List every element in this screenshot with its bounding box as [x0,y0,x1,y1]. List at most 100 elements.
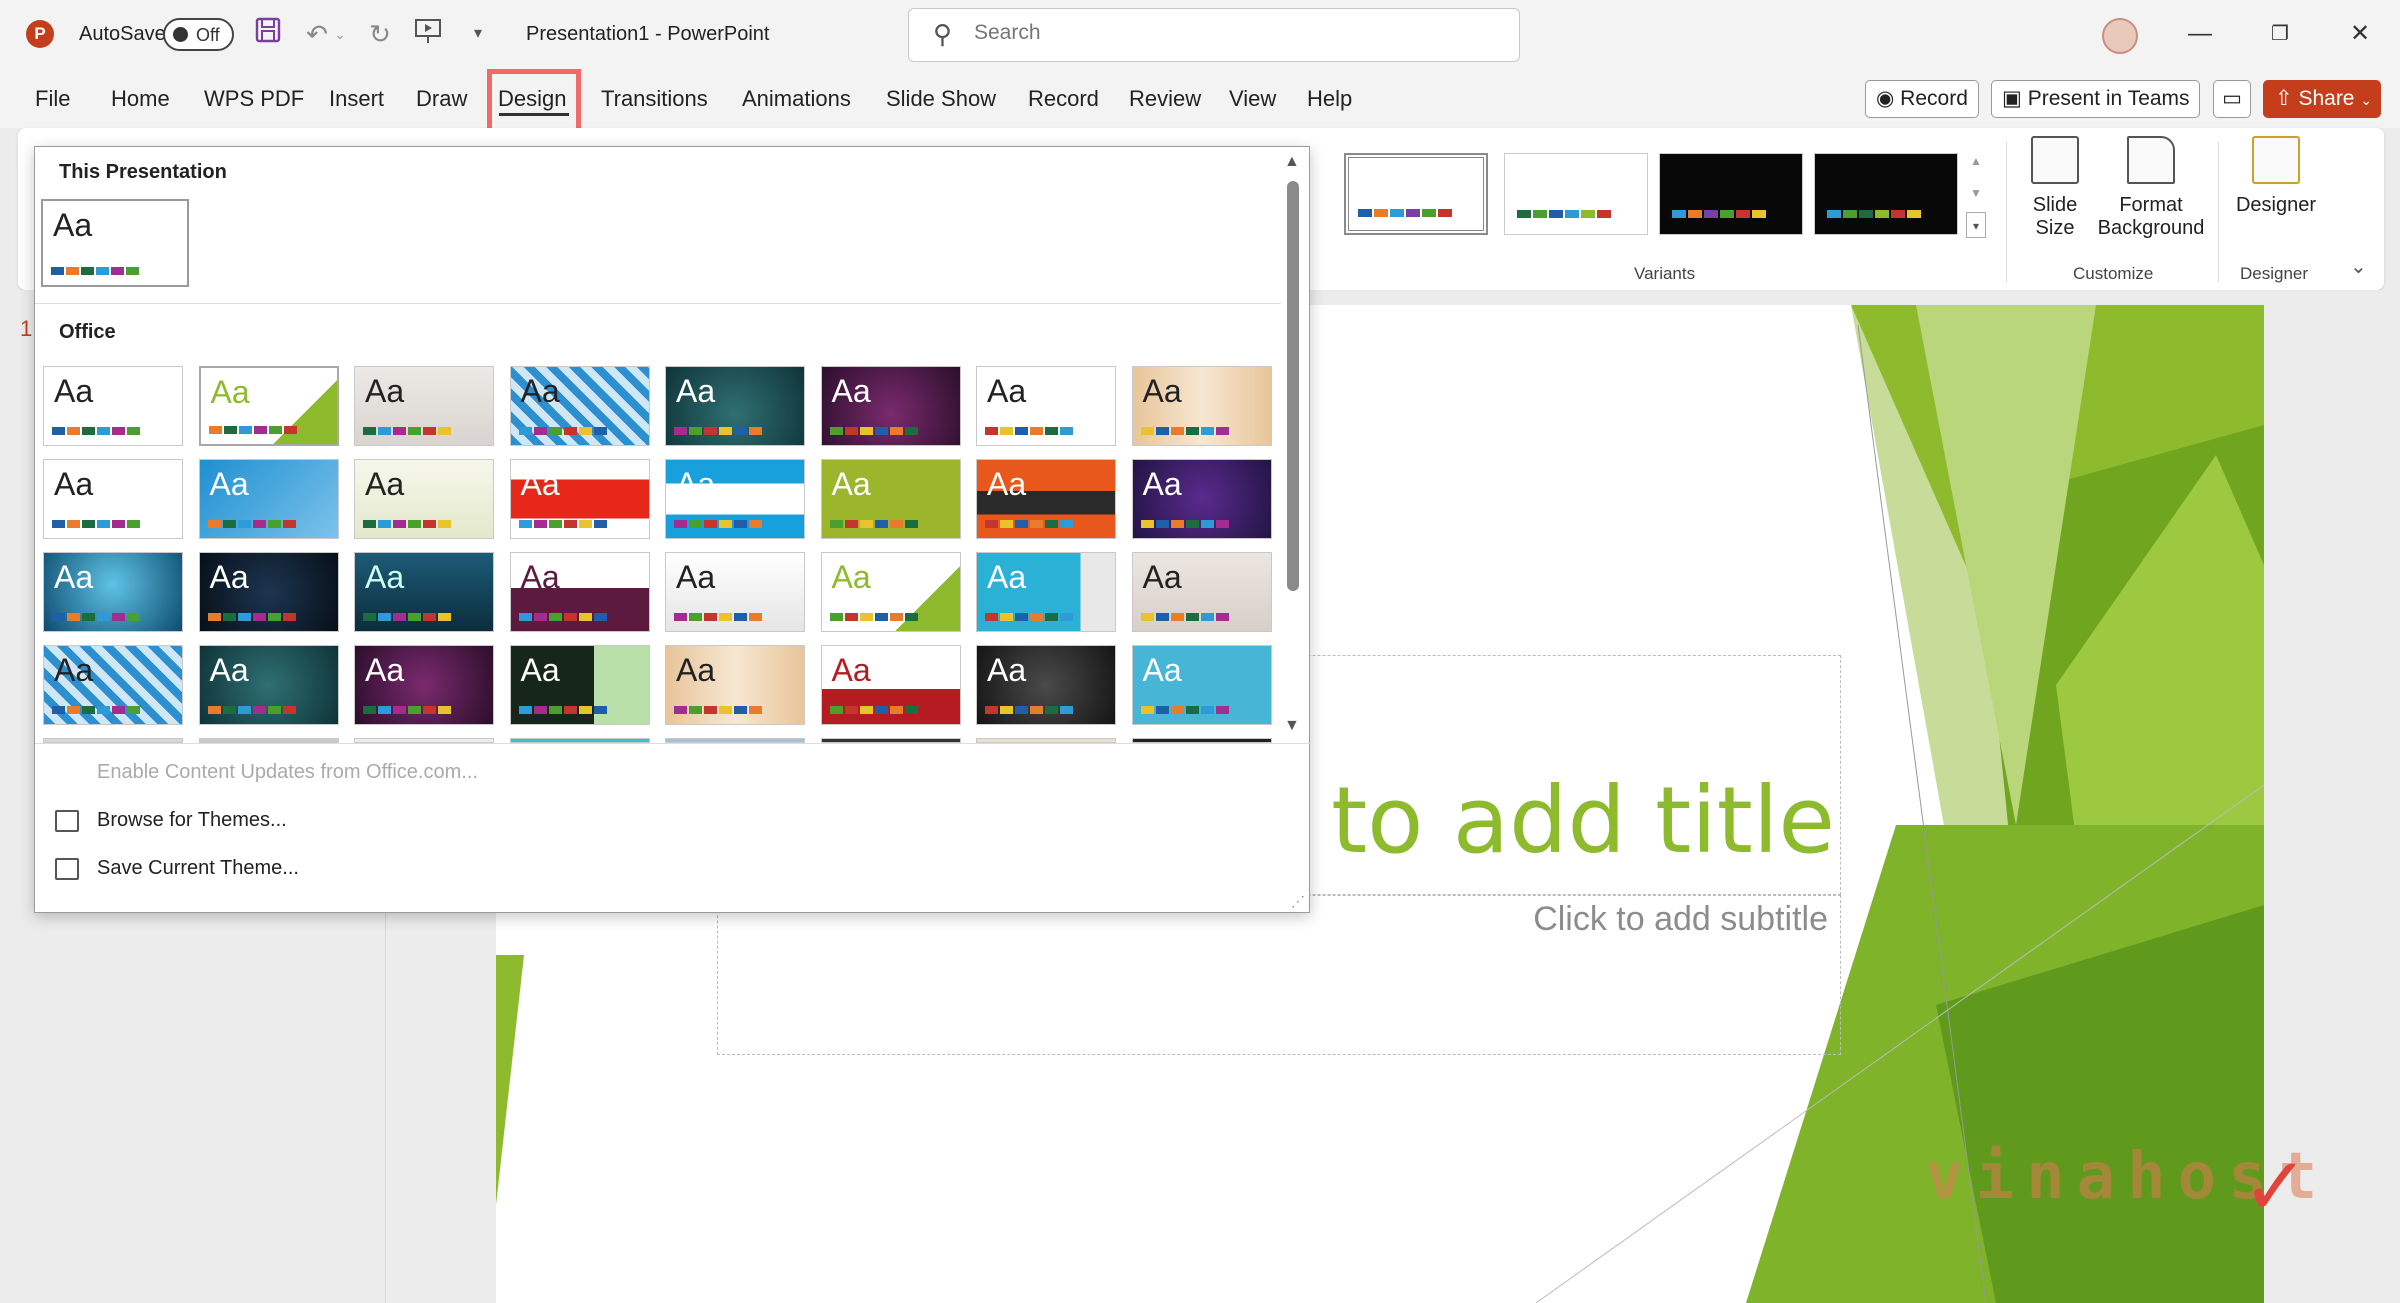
theme-thumbnail[interactable]: Aa [354,645,494,725]
theme-thumbnail[interactable]: Aa [976,645,1116,725]
variant-thumbnail[interactable] [1344,153,1488,235]
tab-review[interactable]: Review [1129,86,1201,112]
theme-thumbnail[interactable]: Aa [354,459,494,539]
tab-slide-show[interactable]: Slide Show [886,86,996,112]
theme-preview-text: Aa [831,373,871,409]
theme-thumbnail[interactable]: Aa [43,552,183,632]
chevron-down-icon: ⌄ [2360,92,2373,108]
comments-button[interactable]: ▭ [2213,80,2251,118]
theme-thumbnail[interactable]: Aa [198,459,339,539]
teams-button-label: Present in Teams [2027,87,2190,110]
theme-thumbnail[interactable]: Aa [1131,459,1272,539]
theme-preview-text: Aa [365,373,405,409]
slide-size-button[interactable]: Slide Size [2023,136,2087,240]
slide-subtitle-text[interactable]: Click to add subtitle [1533,900,1828,939]
scroll-down-icon[interactable]: ▼ [1284,717,1300,735]
theme-thumbnail[interactable]: Aa [1131,552,1272,632]
record-button[interactable]: ◉ Record [1865,80,1979,118]
autosave-toggle[interactable]: Off [163,18,234,51]
theme-current[interactable]: Aa [41,199,189,287]
variant-thumbnail[interactable] [1504,153,1648,235]
theme-thumbnail[interactable]: Aa [354,552,494,632]
theme-thumbnail[interactable]: Aa [820,459,961,539]
designer-button[interactable]: Designer [2232,136,2320,217]
search-input[interactable] [974,21,1494,45]
theme-thumbnail[interactable]: Aa [1131,366,1272,446]
theme-thumbnail[interactable]: Aa [665,459,805,539]
scroll-up-icon[interactable]: ▲ [1284,153,1300,171]
avatar[interactable] [2102,18,2138,54]
slide-title-text[interactable]: to add title [1331,767,1835,874]
resize-grip-icon[interactable]: ⋰ [1291,893,1305,910]
theme-thumbnail[interactable]: Aa [509,459,650,539]
tab-file[interactable]: File [35,86,70,112]
theme-thumbnail[interactable]: Aa [820,645,961,725]
designer-label: Designer [2235,194,2317,216]
this-presentation-heading: This Presentation [59,161,227,183]
undo-dropdown-icon[interactable]: ⌄ [331,16,349,52]
tab-insert[interactable]: Insert [329,86,384,112]
theme-thumbnail[interactable]: Aa [198,552,339,632]
enable-content-updates-item: Enable Content Updates from Office.com..… [97,761,478,783]
save-theme-icon [55,858,79,880]
close-icon[interactable]: ✕ [2336,12,2384,56]
theme-thumbnail[interactable]: Aa [509,366,650,446]
theme-thumbnail[interactable]: Aa [43,459,183,539]
theme-thumbnail[interactable]: Aa [354,366,494,446]
tab-help[interactable]: Help [1307,86,1352,112]
tab-record[interactable]: Record [1028,86,1099,112]
watermark-check-icon: ✓ [2242,1142,2310,1231]
theme-preview-text: Aa [831,652,871,688]
theme-thumbnail[interactable]: Aa [198,366,339,446]
variants-scroll-down-icon[interactable]: ▼ [1966,180,1986,206]
theme-preview-text: Aa [676,373,716,409]
theme-thumbnail[interactable]: Aa [43,645,183,725]
theme-thumbnail[interactable]: Aa [665,366,805,446]
browse-for-themes-item[interactable]: Browse for Themes... [97,809,287,832]
save-icon[interactable] [250,16,286,52]
theme-thumbnail[interactable]: Aa [820,366,961,446]
variant-thumbnail[interactable] [1659,153,1803,235]
variants-more-icon[interactable]: ▾ [1966,212,1986,238]
tab-draw[interactable]: Draw [416,86,467,112]
slide-number: 1 [20,316,33,341]
theme-thumbnail[interactable]: Aa [1131,645,1272,725]
theme-thumbnail[interactable]: Aa [665,552,805,632]
undo-icon[interactable]: ↶ [299,16,335,52]
theme-preview-text: Aa [365,466,405,502]
tab-view[interactable]: View [1229,86,1276,112]
theme-thumbnail[interactable]: Aa [43,366,183,446]
theme-preview-text: Aa [209,466,249,502]
present-from-start-icon[interactable] [410,16,446,52]
minimize-icon[interactable]: — [2176,12,2224,56]
search-box[interactable]: ⚲ [908,8,1520,62]
theme-thumbnail[interactable]: Aa [509,645,650,725]
theme-thumbnail[interactable]: Aa [976,459,1116,539]
comment-icon: ▭ [2222,87,2242,110]
variant-thumbnail[interactable] [1814,153,1958,235]
present-in-teams-button[interactable]: ▣ Present in Teams [1991,80,2200,118]
autosave-label: AutoSave [79,23,166,45]
theme-thumbnail[interactable]: Aa [665,645,805,725]
theme-preview-text: Aa [987,559,1027,595]
redo-icon[interactable]: ↻ [362,16,398,52]
tab-home[interactable]: Home [111,86,170,112]
tab-transitions[interactable]: Transitions [601,86,708,112]
title-bar: P AutoSave Off ↶ ⌄ ↻ ▾ Presentation1 - P… [0,0,2400,68]
variants-scroll-up-icon[interactable]: ▲ [1966,148,1986,174]
gallery-scroll-thumb[interactable] [1287,181,1299,591]
tab-wps-pdf[interactable]: WPS PDF [204,86,304,112]
theme-thumbnail[interactable]: Aa [976,366,1116,446]
save-current-theme-item[interactable]: Save Current Theme... [97,857,299,880]
share-button[interactable]: ⇧ Share ⌄ [2263,80,2381,118]
theme-thumbnail[interactable]: Aa [820,552,961,632]
format-background-button[interactable]: Format Background [2094,136,2208,240]
theme-thumbnail[interactable]: Aa [509,552,650,632]
chevron-down-icon[interactable]: ⌄ [2350,254,2367,279]
customize-toolbar-icon[interactable]: ▾ [460,16,496,52]
theme-thumbnail[interactable]: Aa [976,552,1116,632]
restore-icon[interactable]: ❐ [2256,12,2304,56]
office-heading: Office [59,321,116,343]
tab-animations[interactable]: Animations [742,86,851,112]
theme-thumbnail[interactable]: Aa [198,645,339,725]
